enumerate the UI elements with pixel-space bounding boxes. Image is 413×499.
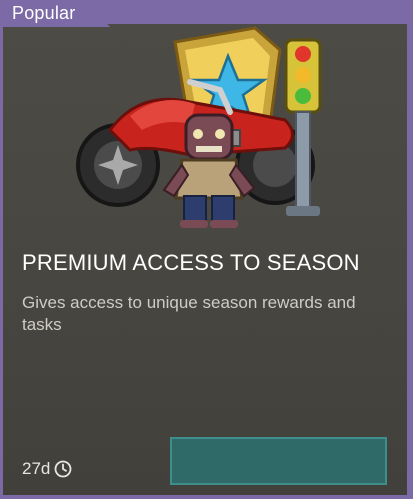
time-left-value: 27d — [22, 459, 51, 478]
offer-card[interactable]: Popular PREMIUM ACCESS TO SEASON Gives a… — [0, 0, 413, 499]
clock-icon — [54, 460, 72, 478]
offer-timer: 27d — [22, 458, 72, 480]
season-reward-illustration — [76, 26, 322, 228]
offer-title: PREMIUM ACCESS TO SEASON — [22, 250, 360, 275]
purchase-button[interactable] — [170, 437, 387, 485]
offer-description: Gives access to unique season rewards an… — [22, 293, 356, 334]
popular-tag-label: Popular — [12, 3, 76, 23]
